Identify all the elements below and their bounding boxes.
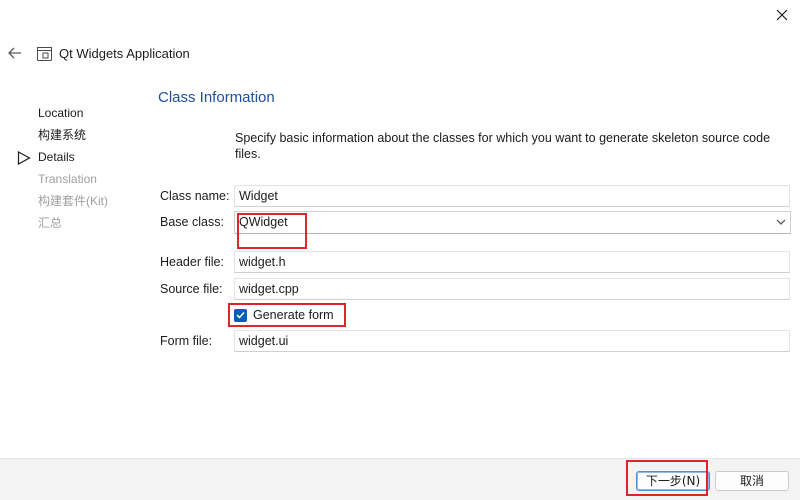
close-icon: [776, 9, 788, 21]
next-button[interactable]: 下一步(N): [636, 471, 710, 491]
checkmark-icon: [236, 311, 245, 319]
step-details: Details: [0, 148, 150, 170]
wizard-window: Qt Widgets Application Location 构建系统 Det…: [0, 0, 800, 500]
step-label: Translation: [38, 172, 97, 186]
class-name-input[interactable]: Widget: [234, 185, 790, 207]
source-file-input[interactable]: widget.cpp: [234, 278, 790, 300]
close-button[interactable]: [768, 2, 796, 28]
step-label: Details: [38, 150, 75, 164]
wizard-steps: Location 构建系统 Details Translation 构建套件(K…: [0, 104, 150, 236]
base-class-combobox[interactable]: QWidget: [234, 211, 791, 234]
step-label: 汇总: [38, 216, 63, 230]
page-description: Specify basic information about the clas…: [235, 131, 771, 161]
class-name-label: Class name:: [160, 189, 230, 203]
header-file-label: Header file:: [160, 255, 224, 269]
step-location: Location: [0, 104, 150, 126]
generate-form-checkbox[interactable]: Generate form: [234, 306, 334, 324]
checkbox-box[interactable]: [234, 308, 247, 322]
generate-form-label: Generate form: [253, 308, 334, 322]
step-label: 构建套件(Kit): [38, 194, 108, 208]
qt-app-icon: [37, 47, 52, 61]
step-summary: 汇总: [0, 214, 150, 236]
chevron-down-icon: [776, 219, 786, 225]
source-file-label: Source file:: [160, 282, 223, 296]
step-label: 构建系统: [38, 128, 87, 142]
back-arrow-icon: [8, 47, 21, 59]
back-button[interactable]: [4, 42, 26, 64]
step-kits: 构建套件(Kit): [0, 192, 150, 214]
step-translation: Translation: [0, 170, 150, 192]
header-file-input[interactable]: widget.h: [234, 251, 790, 273]
cancel-button[interactable]: 取消: [715, 471, 789, 491]
page-title: Class Information: [158, 89, 275, 106]
form-file-label: Form file:: [160, 334, 213, 348]
step-label: Location: [38, 106, 84, 120]
wizard-title: Qt Widgets Application: [59, 46, 190, 61]
form-file-input[interactable]: widget.ui: [234, 330, 790, 352]
play-arrow-icon: [17, 151, 31, 165]
base-class-label: Base class:: [160, 215, 224, 229]
base-class-value: QWidget: [239, 215, 288, 229]
step-build-system: 构建系统: [0, 126, 150, 148]
